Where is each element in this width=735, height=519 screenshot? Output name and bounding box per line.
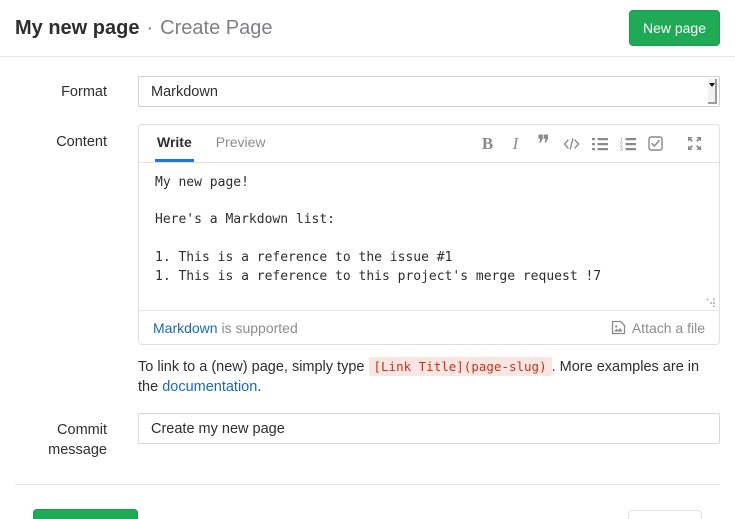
numbered-list-icon[interactable]: 1 2 3 (619, 134, 636, 154)
svg-text:3: 3 (620, 147, 623, 151)
textarea-resize-grip[interactable] (706, 298, 715, 307)
content-textarea[interactable]: My new page! Here's a Markdown list: 1. … (139, 163, 719, 310)
bullet-list-icon[interactable] (591, 134, 608, 154)
tab-write[interactable]: Write (155, 125, 194, 162)
format-label: Format (15, 76, 107, 100)
link-help-text: To link to a (new) page, simply type [Li… (138, 357, 720, 397)
create-wiki-page: My new page · Create Page New page Forma… (0, 0, 735, 519)
format-select-value: Markdown (151, 84, 218, 100)
markdown-editor: Write Preview B I ❞ (138, 124, 720, 345)
attach-file-button[interactable]: Attach a file (611, 320, 705, 336)
attach-image-icon (611, 320, 626, 335)
task-list-icon[interactable] (647, 134, 664, 154)
commit-message-row: Commit message (15, 413, 720, 460)
editor-toolbar: Write Preview B I ❞ (139, 125, 719, 163)
page-title: My new page (15, 17, 139, 40)
cancel-button[interactable]: Cancel (628, 510, 702, 519)
format-row: Format Markdown (15, 76, 720, 107)
tab-preview[interactable]: Preview (214, 125, 268, 162)
page-header: My new page · Create Page New page (0, 0, 735, 57)
commit-message-label: Commit message (15, 413, 107, 460)
form-actions: Create page Cancel (0, 485, 735, 519)
wiki-form: Format Markdown Content Write Preview B (0, 76, 735, 460)
title-separator: · (146, 17, 153, 40)
content-row: Content Write Preview B I ❞ (15, 124, 720, 397)
attach-file-label: Attach a file (632, 320, 705, 336)
editor-footer: Markdown is supported Attach a file (139, 310, 719, 344)
markdown-help-link[interactable]: Markdown (153, 320, 218, 336)
documentation-link[interactable]: documentation (162, 379, 257, 395)
fullscreen-icon[interactable] (686, 134, 703, 154)
content-label: Content (15, 124, 107, 150)
create-page-button[interactable]: Create page (33, 509, 138, 519)
new-page-button[interactable]: New page (629, 10, 720, 46)
editor-area: My new page! Here's a Markdown list: 1. … (139, 163, 719, 310)
page-subtitle: Create Page (160, 17, 272, 40)
italic-icon[interactable]: I (507, 134, 524, 154)
format-select[interactable]: Markdown (138, 76, 720, 107)
link-syntax-code: [Link Title](page-slug) (369, 357, 552, 376)
bold-icon[interactable]: B (479, 134, 496, 154)
commit-message-input[interactable] (138, 413, 720, 444)
code-icon[interactable] (563, 134, 580, 154)
markdown-supported-text: Markdown is supported (153, 320, 298, 336)
markdown-toolbar-icons: B I ❞ (468, 125, 703, 162)
select-dropdown-arrow-icon[interactable] (708, 79, 717, 104)
quote-icon[interactable]: ❞ (535, 134, 552, 154)
